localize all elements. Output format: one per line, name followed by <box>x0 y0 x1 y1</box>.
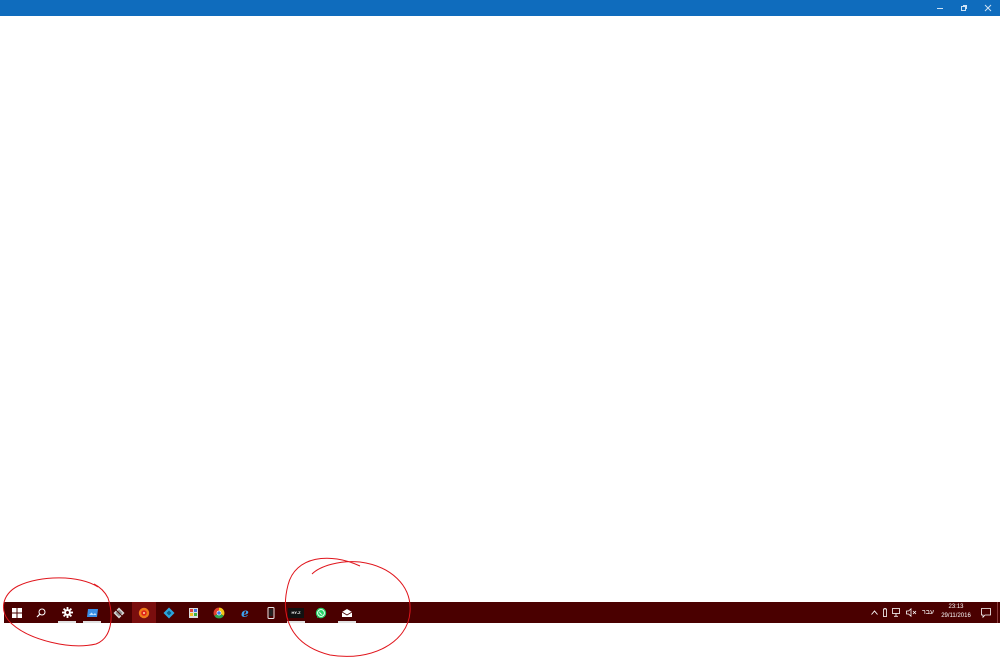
taskbar: e HY-Z עבר 23:13 29/11/2016 <box>4 602 1000 623</box>
clock-date: 29/11/2016 <box>941 613 971 619</box>
network-icon <box>892 608 900 617</box>
close-button[interactable] <box>976 0 1000 16</box>
chrome-icon <box>213 607 225 618</box>
phone-app[interactable] <box>259 602 283 623</box>
edge-icon: e <box>241 607 249 619</box>
input-language-indicator[interactable]: עבר <box>920 602 936 623</box>
whatsapp-app[interactable] <box>309 602 333 623</box>
clock[interactable]: 23:13 29/11/2016 <box>936 603 976 623</box>
window-content <box>0 16 1000 602</box>
paint-icon <box>189 607 198 618</box>
action-center-button[interactable] <box>978 602 994 623</box>
mail-icon <box>341 608 353 617</box>
gear-icon <box>61 607 73 618</box>
show-hidden-icons-button[interactable] <box>869 602 879 623</box>
paint-app[interactable] <box>182 602 206 623</box>
search-button[interactable] <box>29 602 53 623</box>
whatsapp-icon <box>315 607 327 618</box>
media-icon <box>138 607 150 618</box>
photo-icon <box>86 608 98 617</box>
close-icon <box>984 4 992 12</box>
svg-text:e: e <box>241 607 249 619</box>
media-app[interactable] <box>132 602 156 623</box>
sketch-app[interactable] <box>107 602 131 623</box>
clock-time: 23:13 <box>948 604 964 610</box>
window-titlebar[interactable] <box>0 0 1000 16</box>
maximize-icon <box>961 5 967 11</box>
diamond-pen-icon <box>113 607 125 618</box>
notification-icon <box>981 607 991 618</box>
mail-app[interactable] <box>335 602 359 623</box>
minimize-icon <box>937 8 943 9</box>
photos-app[interactable] <box>80 602 104 623</box>
start-button[interactable] <box>5 602 29 623</box>
hyz-icon: HY-Z <box>288 607 304 618</box>
windows-logo-icon <box>12 607 22 618</box>
phone-icon <box>267 606 275 619</box>
chrome-app[interactable] <box>207 602 231 623</box>
kodi-icon <box>163 607 175 618</box>
edge-app[interactable]: e <box>233 602 257 623</box>
battery-indicator[interactable] <box>881 602 889 623</box>
input-language-label: עבר <box>921 609 934 616</box>
desktop-screen: e HY-Z עבר 23:13 29/11/2016 <box>0 0 1000 657</box>
volume-muted-icon <box>906 608 917 617</box>
settings-app[interactable] <box>55 602 79 623</box>
volume-indicator[interactable] <box>905 602 918 623</box>
kodi-app[interactable] <box>157 602 181 623</box>
minimize-button[interactable] <box>928 0 952 16</box>
network-indicator[interactable] <box>891 602 903 623</box>
hyz-app[interactable]: HY-Z <box>284 602 308 623</box>
show-desktop-button[interactable] <box>997 602 998 623</box>
maximize-button[interactable] <box>952 0 976 16</box>
battery-icon <box>883 608 887 617</box>
hyz-label: HY-Z <box>291 610 301 615</box>
search-icon <box>36 608 46 617</box>
chevron-up-icon <box>870 610 878 615</box>
